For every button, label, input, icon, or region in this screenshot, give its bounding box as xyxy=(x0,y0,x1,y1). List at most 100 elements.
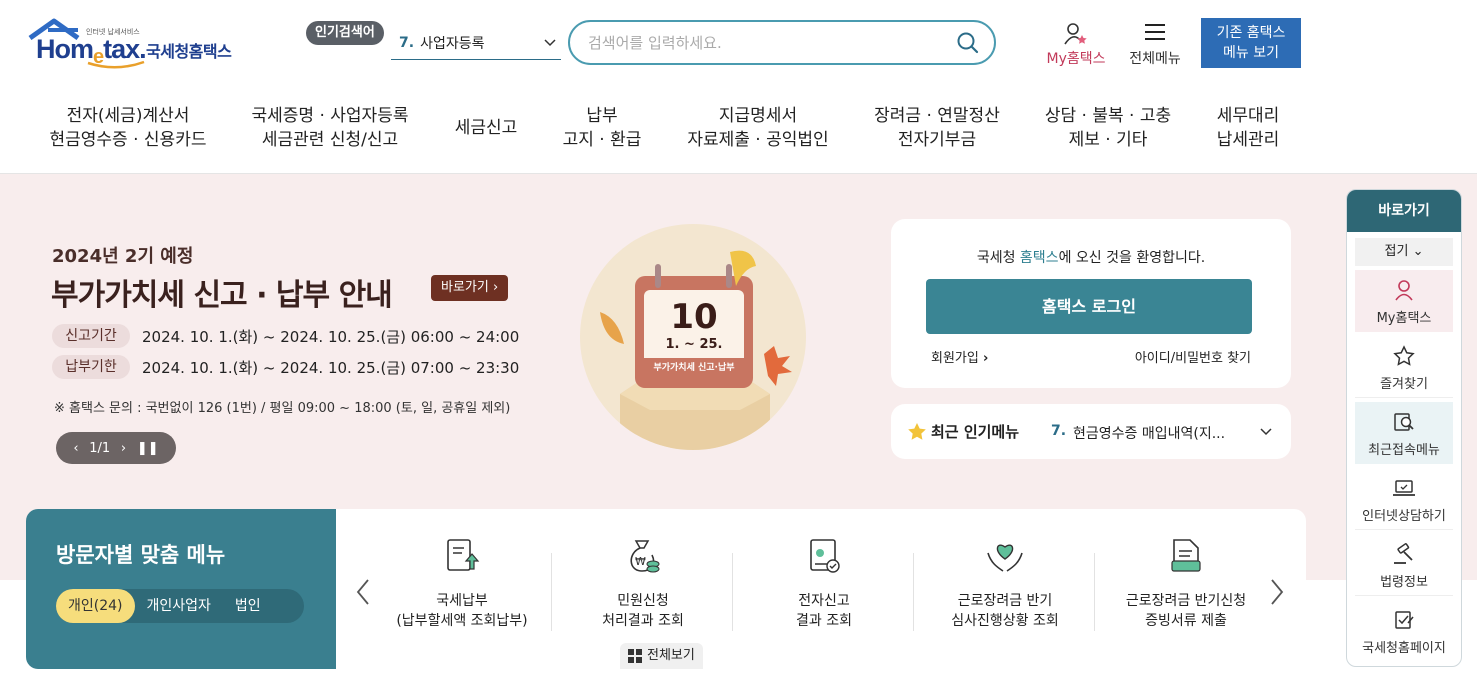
signup-link[interactable]: 회원가입 › xyxy=(931,347,988,366)
chevron-down-icon: ⌄ xyxy=(1412,244,1424,259)
hero-title: 부가가치세 신고 · 납부 안내 xyxy=(51,278,393,313)
star-outline-icon xyxy=(1393,345,1415,366)
tax-payment-icon xyxy=(447,539,480,571)
view-all-button[interactable]: 전체보기 xyxy=(620,643,703,669)
my-hometax-button[interactable]: My홈택스 xyxy=(1040,22,1112,68)
tab-individual[interactable]: 개인(24) xyxy=(56,589,135,623)
pager-count: 1/1 xyxy=(89,440,111,456)
quick-links-sidebar: 바로가기 접기 ⌄ My홈택스 즐겨찾기 최근접속메뉴 인터넷상담하기 법령정보… xyxy=(1346,189,1462,667)
header: 인터넷 납세서비스 Hometax. 국세청홈택스 인기검색어 7. 사업자등록… xyxy=(0,0,1477,90)
logo-swoosh-icon xyxy=(87,60,145,69)
nav-certificate-registration[interactable]: 국세증명 · 사업자등록 세금관련 신청/신고 xyxy=(248,104,412,152)
find-id-password-link[interactable]: 아이디/비밀번호 찾기 xyxy=(1135,347,1251,366)
legacy-menu-button[interactable]: 기존 홈택스 메뉴 보기 xyxy=(1201,18,1301,68)
banner-pager: ‹ 1/1 › ❚❚ xyxy=(56,432,176,464)
popular-search-badge: 인기검색어 xyxy=(306,21,384,45)
hero-go-button[interactable]: 바로가기 › xyxy=(431,275,509,301)
grid-icon xyxy=(628,649,642,663)
quick-online-consult[interactable]: 인터넷상담하기 xyxy=(1355,468,1453,530)
hometax-logo[interactable]: 인터넷 납세서비스 Hometax. 국세청홈택스 xyxy=(28,18,248,70)
heart-hands-icon xyxy=(987,544,1023,572)
divider xyxy=(732,553,733,631)
welcome-card: 국세청 홈택스에 오신 것을 환영합니다. 홈택스 로그인 회원가입 › 아이디… xyxy=(891,219,1291,388)
calendar-range: 1. ~ 25. xyxy=(666,337,723,352)
recent-search-icon xyxy=(1394,413,1414,431)
search-box xyxy=(568,20,996,65)
visitor-item-tax-payment[interactable]: 국세납부 (납부할세액 조회납부) xyxy=(372,537,552,631)
divider xyxy=(551,553,552,631)
recent-menu-rank: 7. xyxy=(1051,423,1067,439)
nav-tax-filing[interactable]: 세금신고 xyxy=(448,116,524,140)
gavel-icon xyxy=(1394,543,1413,564)
search-icon[interactable] xyxy=(956,31,980,55)
recent-menu-value: 현금영수증 매입내역(지... xyxy=(1073,426,1226,442)
laptop-icon xyxy=(1393,480,1415,496)
nav-consult-appeal[interactable]: 상담 · 불복 · 고충 제보 · 기타 xyxy=(1040,104,1176,152)
user-star-icon xyxy=(1064,23,1087,45)
checklist-icon xyxy=(1395,611,1414,629)
visitor-item-incentive-review[interactable]: 근로장려금 반기 심사진행상황 조회 xyxy=(915,537,1095,631)
nav-payment[interactable]: 납부 고지 · 환급 xyxy=(555,104,649,152)
chevron-down-icon xyxy=(1260,428,1272,436)
login-button[interactable]: 홈택스 로그인 xyxy=(926,279,1252,334)
pause-icon[interactable]: ❚❚ xyxy=(137,441,159,456)
visitor-item-e-filing[interactable]: 전자신고 결과 조회 xyxy=(734,537,914,631)
visitor-menu-title: 방문자별 맞춤 메뉴 xyxy=(56,543,226,567)
calendar-caption: 부가가치세 신고·납부 xyxy=(653,361,734,373)
payment-deadline-label: 납부기한 xyxy=(52,355,130,379)
hamburger-menu-icon xyxy=(1145,24,1165,40)
popular-search-select[interactable]: 7. 사업자등록 xyxy=(391,27,561,60)
nav-tax-agent[interactable]: 세무대리 납세관리 xyxy=(1210,104,1286,152)
nav-incentive-year-end[interactable]: 장려금 · 연말정산 전자기부금 xyxy=(868,104,1006,152)
visitor-menu-items: 국세납부 (납부할세액 조회납부) ₩ 민원신청 처리결과 조회 전자신고 결과 조회… xyxy=(336,509,1306,669)
filing-period-row: 신고기간 2024. 10. 1.(화) ~ 2024. 10. 25.(금) … xyxy=(52,324,519,348)
quick-legal-info[interactable]: 법령정보 xyxy=(1355,534,1453,596)
nav-e-invoice[interactable]: 전자(세금)계산서 현금영수증 · 신용카드 xyxy=(48,104,208,152)
visitor-item-incentive-documents[interactable]: 근로장려금 반기신청 증빙서류 제출 xyxy=(1096,537,1276,631)
all-menu-button[interactable]: 전체메뉴 xyxy=(1122,22,1188,68)
e-filing-icon xyxy=(810,539,840,573)
recent-popular-menu[interactable]: 최근 인기메뉴 7. 현금영수증 매입내역(지... xyxy=(891,404,1291,459)
nav-payment-statement[interactable]: 지급명세서 자료제출 · 공익법인 xyxy=(684,104,832,152)
visitor-tabs: 개인(24) 개인사업자 법인 xyxy=(56,589,304,623)
tab-sole-proprietor[interactable]: 개인사업자 xyxy=(135,589,223,623)
quick-nts-homepage[interactable]: 국세청홈페이지 xyxy=(1355,600,1453,662)
calendar-day: 10 xyxy=(670,297,717,337)
quick-my-hometax[interactable]: My홈택스 xyxy=(1355,270,1453,332)
search-input[interactable] xyxy=(588,32,948,54)
visitor-menu-header: 방문자별 맞춤 메뉴 개인(24) 개인사업자 법인 xyxy=(26,509,336,669)
quick-favorites[interactable]: 즐겨찾기 xyxy=(1355,336,1453,398)
visitor-item-civil-request[interactable]: ₩ 민원신청 처리결과 조회 xyxy=(553,537,733,631)
money-bag-icon: ₩ xyxy=(630,540,660,573)
payment-deadline-value: 2024. 10. 1.(화) ~ 2024. 10. 25.(금) 07:00… xyxy=(142,358,520,377)
my-hometax-label: My홈택스 xyxy=(1046,51,1106,67)
payment-deadline-row: 납부기한 2024. 10. 1.(화) ~ 2024. 10. 25.(금) … xyxy=(52,355,519,379)
calendar-icon: 10 1. ~ 25. 부가가치세 신고·납부 xyxy=(600,250,792,450)
fold-button[interactable]: 접기 ⌄ xyxy=(1355,238,1453,266)
filing-period-label: 신고기간 xyxy=(52,324,130,348)
chevron-down-icon xyxy=(544,39,556,47)
quick-recent-menu[interactable]: 최근접속메뉴 xyxy=(1355,402,1453,464)
recent-menu-title: 최근 인기메뉴 xyxy=(931,423,1020,441)
divider xyxy=(913,553,914,631)
svg-text:₩: ₩ xyxy=(635,555,646,568)
popular-search-keyword: 사업자등록 xyxy=(420,36,485,52)
welcome-message: 국세청 홈택스에 오신 것을 환영합니다. xyxy=(976,250,1206,266)
user-icon xyxy=(1395,280,1413,301)
chevron-left-icon[interactable] xyxy=(354,577,372,607)
prev-arrow-icon[interactable]: ‹ xyxy=(73,441,78,456)
tab-corporation[interactable]: 법인 xyxy=(223,589,273,623)
filing-period-value: 2024. 10. 1.(화) ~ 2024. 10. 25.(금) 06:00… xyxy=(142,327,520,346)
hero-subtitle: 2024년 2기 예정 xyxy=(52,246,194,267)
popular-search-rank: 7. xyxy=(399,35,415,51)
logo-korean-name: 국세청홈택스 xyxy=(146,42,232,61)
quick-links-title: 바로가기 xyxy=(1347,190,1461,232)
main-navigation: 전자(세금)계산서 현금영수증 · 신용카드 국세증명 · 사업자등록 세금관련 신… xyxy=(0,90,1477,174)
chevron-right-icon: › xyxy=(492,280,499,295)
all-menu-label: 전체메뉴 xyxy=(1129,51,1181,67)
star-icon xyxy=(908,423,926,440)
legacy-menu-line2: 메뉴 보기 xyxy=(1223,45,1279,61)
next-arrow-icon[interactable]: › xyxy=(121,441,126,456)
document-submit-icon xyxy=(1171,539,1201,572)
legacy-menu-line1: 기존 홈택스 xyxy=(1216,25,1286,41)
